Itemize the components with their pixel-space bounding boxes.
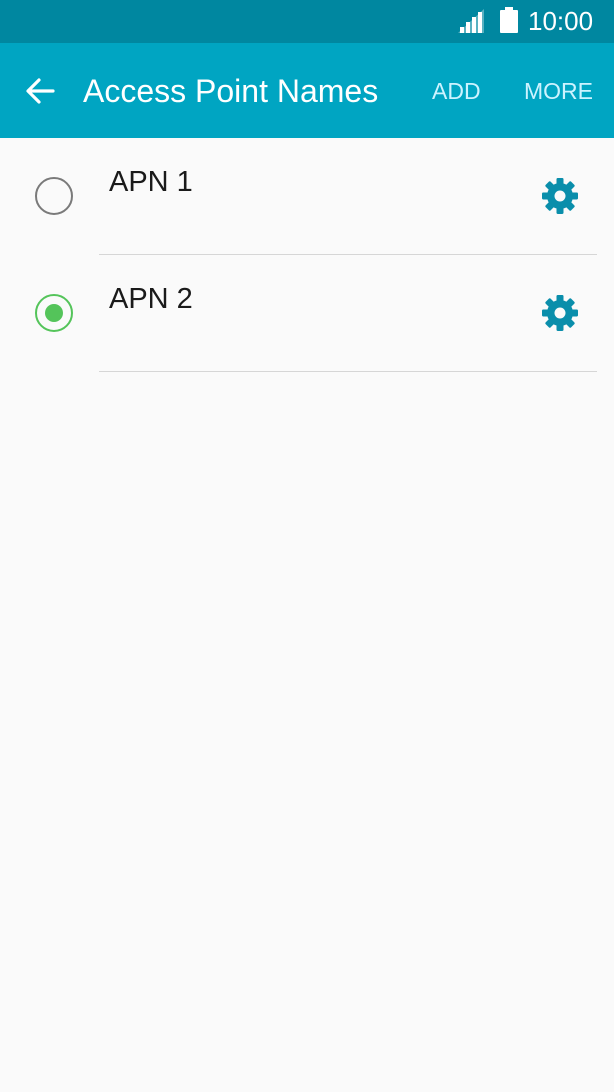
divider	[99, 371, 597, 372]
status-time: 10:00	[528, 6, 594, 36]
add-button[interactable]: ADD	[432, 73, 481, 109]
more-button[interactable]: MORE	[524, 73, 593, 109]
battery-icon	[500, 7, 518, 33]
radio-selected-dot	[45, 304, 63, 322]
apn-list-item[interactable]: APN 2	[0, 255, 614, 372]
apn-name: APN 1	[109, 166, 193, 198]
status-bar: 10:00	[0, 0, 614, 43]
gear-icon[interactable]	[540, 293, 580, 333]
apn-radio-button[interactable]	[35, 294, 73, 332]
app-bar: Access Point Names ADD MORE	[0, 43, 614, 138]
apn-name: APN 2	[109, 283, 193, 315]
back-arrow-icon[interactable]	[22, 73, 58, 109]
apn-radio-button[interactable]	[35, 177, 73, 215]
page-title: Access Point Names	[83, 73, 379, 109]
signal-icon	[458, 9, 484, 33]
gear-icon[interactable]	[540, 176, 580, 216]
apn-list-item[interactable]: APN 1	[0, 138, 614, 255]
